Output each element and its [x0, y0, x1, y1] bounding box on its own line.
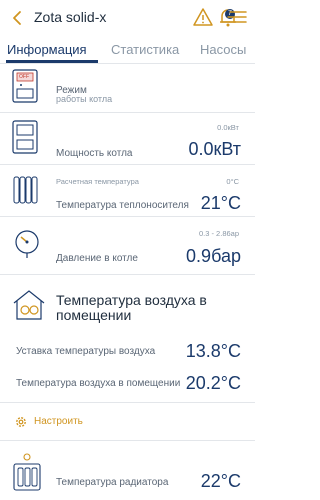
divider: [0, 440, 255, 441]
air-setpoint-label: Уставка температуры воздуха: [16, 346, 156, 357]
coolant-label: Температура теплоносителя: [56, 200, 189, 211]
row-pressure: 0.3 - 2.86ар Давление в котле 0.9бар: [0, 217, 255, 275]
row-coolant-temp: Расчетная температура 0°C Температура те…: [0, 165, 255, 217]
pressure-range: 0.3 - 2.86ар: [198, 229, 239, 238]
back-arrow-icon[interactable]: [8, 8, 26, 28]
tab-info[interactable]: Информация: [7, 42, 87, 57]
device-title: Zota solid-x: [34, 9, 107, 25]
pressure-label: Давление в котле: [56, 253, 138, 264]
air-temp-title: Температура воздуха в помещении: [56, 292, 207, 323]
row-boiler-mode: OFF Режим работы котла: [0, 65, 255, 113]
mode-label-2: работы котла: [56, 94, 113, 104]
radiator-value: 22°C: [200, 471, 241, 491]
active-tab-indicator: [6, 60, 98, 63]
warning-icon[interactable]: [192, 7, 214, 27]
menu-icon[interactable]: [226, 10, 248, 24]
pressure-gauge-icon: [15, 230, 39, 258]
pressure-value: 0.9бар: [186, 246, 241, 266]
room-temp-value: 20.2°C: [185, 373, 241, 393]
off-indicator: OFF: [19, 74, 29, 80]
setup-button[interactable]: Настроить: [14, 414, 114, 432]
tab-bar: Информация Статистика Насосы: [0, 38, 255, 64]
gear-icon: [16, 417, 26, 427]
radiator-icon: [13, 176, 38, 204]
setup-label: Настроить: [34, 416, 83, 427]
air-setpoint-value: 13.8°C: [185, 341, 241, 361]
power-range: 0.0кВт: [217, 123, 239, 132]
power-label: Мощность котла: [56, 148, 133, 159]
power-value: 0.0кВт: [188, 139, 241, 159]
radiator-temp-icon: [13, 453, 41, 491]
tab-pumps[interactable]: Насосы: [200, 42, 246, 57]
coolant-value: 21°C: [200, 193, 241, 213]
house-thermometer-icon: [13, 290, 45, 320]
divider: [0, 402, 255, 403]
boiler-icon: [12, 120, 38, 154]
tab-statistics[interactable]: Статистика: [111, 42, 179, 57]
coolant-range: 0°C: [226, 177, 239, 186]
room-temp-label: Температура воздуха в помещении: [16, 378, 181, 389]
radiator-label: Температура радиатора: [56, 477, 169, 488]
row-boiler-power: 0.0кВт Мощность котла 0.0кВт: [0, 113, 255, 165]
coolant-calc-label: Расчетная температура: [56, 177, 139, 186]
app-header: Zota solid-x 7: [0, 0, 255, 36]
